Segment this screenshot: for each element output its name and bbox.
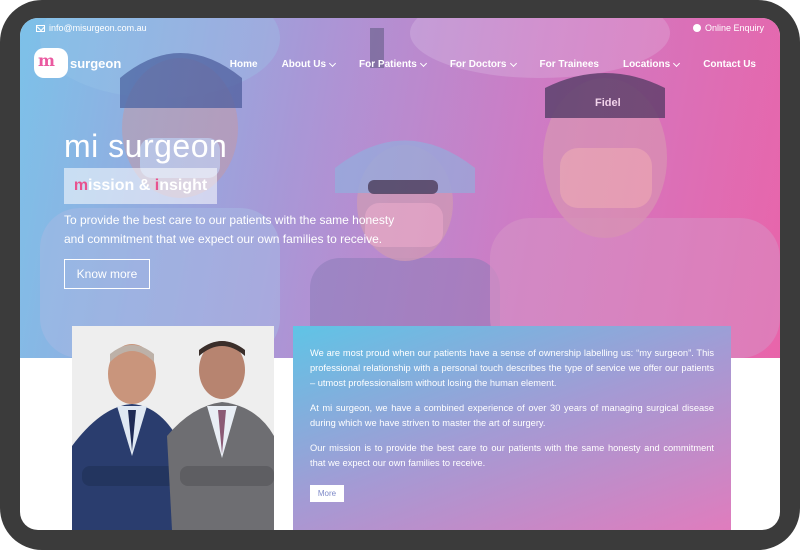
tagline-rest-2: nsight [159,177,208,194]
main-nav: Home About Us For Patients For Doctors F… [230,59,756,70]
hero-description: To provide the best care to our patients… [64,213,395,246]
know-more-button[interactable]: Know more [64,259,150,289]
doctors-illustration [72,326,274,530]
nav-home[interactable]: Home [230,59,258,70]
more-button[interactable]: More [310,485,344,502]
chevron-down-icon [509,59,517,67]
chevron-down-icon [419,59,427,67]
doctors-photo [72,326,274,530]
about-paragraph-1: We are most proud when our patients have… [310,348,714,388]
nav-for-doctors-label: For Doctors [449,59,507,70]
nav-contact-us-label: Contact Us [703,59,756,70]
about-paragraph-2: At mi surgeon, we have a combined experi… [310,403,714,428]
nav-for-doctors[interactable]: For Doctors [449,59,517,70]
browser-viewport: Fidel info@misurgeon.com.au Online Enqui… [20,18,780,530]
email-text: info@misurgeon.com.au [49,23,147,33]
logo-text: surgeon [70,55,122,71]
tagline-rest-1: ission & [88,177,155,194]
nav-for-patients[interactable]: For Patients [359,59,427,70]
nav-locations[interactable]: Locations [622,59,681,70]
chevron-down-icon [673,59,681,67]
about-paragraph-3: Our mission is to provide the best care … [310,443,714,468]
email-link[interactable]: info@misurgeon.com.au [36,23,147,33]
site-logo[interactable]: m surgeon [34,48,121,78]
top-bar: info@misurgeon.com.au Online Enquiry [20,18,780,40]
nav-for-patients-label: For Patients [359,59,417,70]
logo-mark-letter: m [38,51,55,70]
online-enquiry-link[interactable]: Online Enquiry [692,23,764,33]
enquiry-text: Online Enquiry [704,23,764,33]
nav-contact-us[interactable]: Contact Us [703,59,756,70]
about-info-box: We are most proud when our patients have… [293,326,731,530]
hero-title: mi surgeon [64,128,228,164]
nav-for-trainees-label: For Trainees [539,59,599,70]
tagline-m: m [73,177,89,194]
hero-section: Fidel info@misurgeon.com.au Online Enqui… [20,18,780,358]
logo-mark: m [34,48,68,78]
nav-locations-label: Locations [622,59,671,70]
device-frame: Fidel info@misurgeon.com.au Online Enqui… [0,0,800,550]
globe-icon [692,24,701,32]
mail-icon [36,24,45,32]
nav-home-label: Home [229,59,258,70]
nav-about-us[interactable]: About Us [281,59,337,70]
chevron-down-icon [328,59,337,67]
nav-for-trainees[interactable]: For Trainees [540,59,599,70]
hero-tagline: m ission & i nsight [64,168,217,204]
nav-about-us-label: About Us [281,59,327,70]
